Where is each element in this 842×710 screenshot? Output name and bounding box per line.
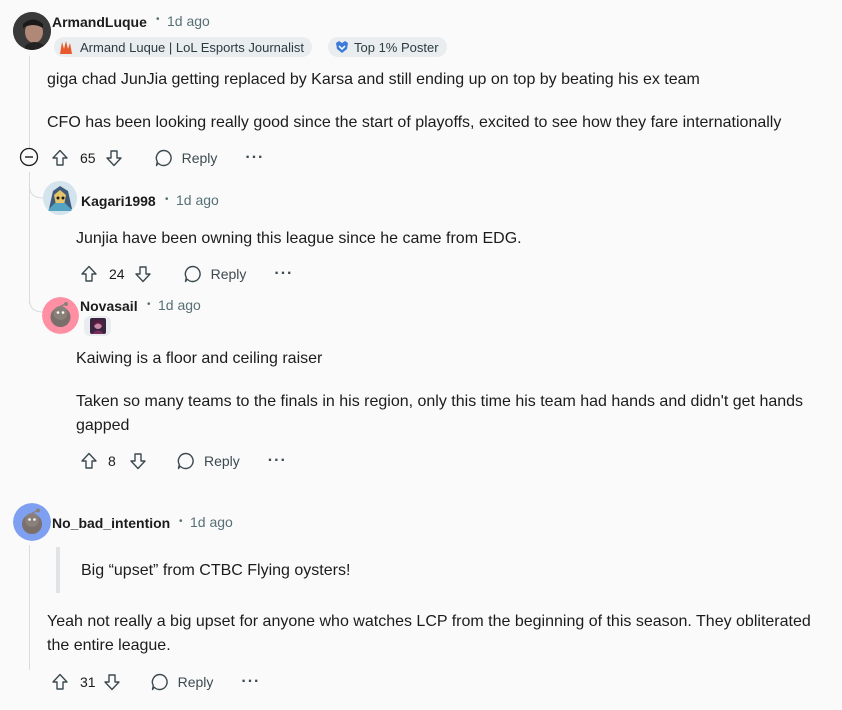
- vote-count: 65: [80, 150, 96, 166]
- avatar[interactable]: [42, 297, 79, 334]
- collapse-button[interactable]: [19, 147, 39, 167]
- avatar[interactable]: [13, 12, 51, 50]
- minus-circle-icon: [19, 147, 39, 167]
- downvote-button[interactable]: [104, 148, 124, 168]
- comment-body-paragraph: Taken so many teams to the finals in his…: [76, 393, 804, 434]
- upvote-button[interactable]: [79, 264, 99, 284]
- comment-timestamp[interactable]: 1d ago: [176, 192, 219, 208]
- more-options-button[interactable]: ···: [268, 452, 287, 470]
- downvote-icon: [134, 266, 151, 283]
- comment-actions: 31 Reply ···: [50, 670, 260, 694]
- flair-text: Armand Luque | LoL Esports Journalist: [80, 39, 305, 55]
- downvote-button[interactable]: [128, 451, 148, 471]
- downvote-icon: [130, 453, 146, 470]
- separator-dot: •: [147, 299, 151, 310]
- comment-body-paragraph: Junjia have been owning this league sinc…: [76, 230, 522, 247]
- avatar[interactable]: [43, 181, 77, 215]
- separator-dot: •: [165, 194, 169, 205]
- upvote-button[interactable]: [79, 451, 99, 471]
- downvote-button[interactable]: [133, 264, 153, 284]
- comment-author[interactable]: Novasail: [80, 298, 138, 314]
- reply-label: Reply: [204, 453, 240, 469]
- upvote-icon: [52, 673, 68, 690]
- reply-button[interactable]: Reply: [154, 148, 218, 168]
- upvote-icon: [81, 452, 97, 469]
- more-options-button[interactable]: ···: [241, 673, 260, 691]
- reply-button[interactable]: Reply: [183, 264, 247, 284]
- vote-count: 31: [80, 674, 96, 690]
- separator-dot: •: [179, 516, 183, 527]
- comment-author[interactable]: ArmandLuque: [52, 14, 147, 30]
- top-poster-badge: Top 1% Poster: [328, 37, 447, 57]
- flair-emoji: [84, 316, 111, 336]
- comment-bubble-icon: [155, 149, 172, 167]
- upvote-button[interactable]: [50, 672, 70, 692]
- comment-timestamp[interactable]: 1d ago: [190, 514, 233, 530]
- reply-label: Reply: [181, 150, 218, 166]
- shield-crown-icon: [336, 41, 348, 53]
- comment-author[interactable]: Kagari1998: [81, 193, 156, 209]
- vote-count: 24: [109, 266, 125, 282]
- vote-count: 8: [108, 453, 116, 469]
- comment-actions: 24 Reply ···: [79, 262, 293, 286]
- comment-actions: 8 Reply ···: [79, 449, 287, 473]
- comment-timestamp[interactable]: 1d ago: [167, 13, 210, 29]
- champion-portrait-icon: [89, 318, 106, 334]
- upvote-icon: [81, 265, 97, 282]
- comment-body-paragraph: giga chad JunJia getting replaced by Kar…: [47, 71, 700, 88]
- reply-label: Reply: [210, 266, 247, 282]
- comment-body-paragraph: CFO has been looking really good since t…: [47, 114, 782, 131]
- user-flair: Armand Luque | LoL Esports Journalist: [54, 37, 313, 57]
- comment-bubble-icon: [184, 265, 201, 283]
- comment-author[interactable]: No_bad_intention: [52, 515, 170, 531]
- downvote-icon: [105, 150, 122, 167]
- comment-actions: 65 Reply ···: [50, 146, 264, 170]
- upvote-icon: [52, 149, 68, 166]
- downvote-icon: [103, 674, 120, 691]
- thread-line[interactable]: [29, 56, 30, 148]
- comment-timestamp[interactable]: 1d ago: [158, 297, 201, 313]
- lol-esports-icon: [60, 41, 72, 54]
- reply-label: Reply: [177, 674, 214, 690]
- blockquote-text: Big “upset” from CTBC Flying oysters!: [81, 562, 351, 579]
- badge-text: Top 1% Poster: [354, 39, 439, 55]
- comment-bubble-icon: [151, 673, 168, 691]
- reply-button[interactable]: Reply: [176, 451, 240, 471]
- thread-line[interactable]: [29, 545, 30, 670]
- blockquote-bar: [56, 547, 60, 593]
- avatar[interactable]: [13, 503, 51, 541]
- comment-body-paragraph: Yeah not really a big upset for anyone w…: [47, 613, 811, 654]
- more-options-button[interactable]: ···: [245, 149, 264, 167]
- more-options-button[interactable]: ···: [274, 265, 293, 283]
- separator-dot: •: [156, 14, 160, 25]
- upvote-button[interactable]: [50, 148, 70, 168]
- reply-button[interactable]: Reply: [150, 672, 214, 692]
- comment-body-paragraph: Kaiwing is a floor and ceiling raiser: [76, 350, 323, 367]
- downvote-button[interactable]: [102, 672, 122, 692]
- comment-bubble-icon: [177, 452, 194, 470]
